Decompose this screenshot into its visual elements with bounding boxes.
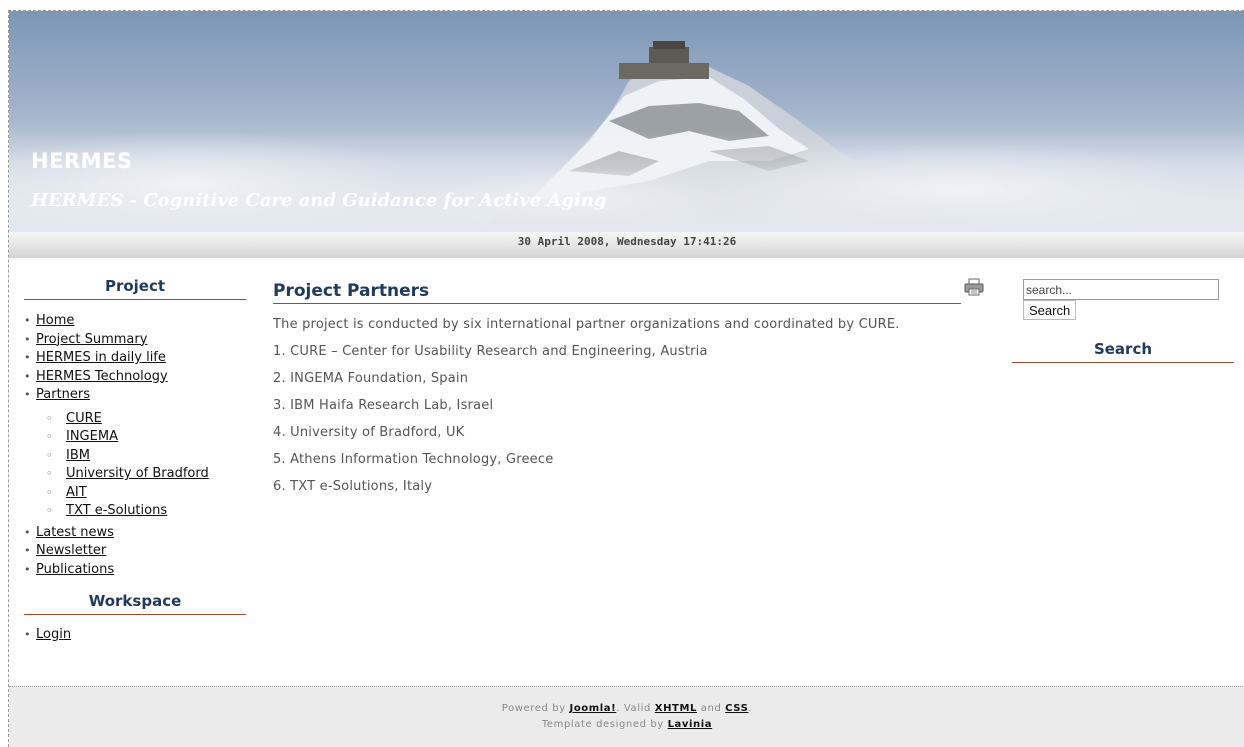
submenu-link-cure[interactable]: CURE [66, 411, 102, 426]
partners-submenu: CURE INGEMA IBM University of Bradford A… [36, 410, 246, 521]
footer-designer: Template designed by Lavinia [9, 717, 1244, 733]
menu-item-latest-news: Latest news [24, 524, 246, 543]
footer-period: . [748, 703, 753, 714]
lavinia-link[interactable]: Lavinia [668, 719, 713, 730]
partner-item: 5. Athens Information Technology, Greece [273, 452, 554, 467]
menu-link-newsletter[interactable]: Newsletter [36, 543, 106, 558]
menu-item-partners: Partners CURE INGEMA IBM University of B… [24, 386, 246, 521]
submenu-item-ait: AIT [36, 484, 246, 503]
footer-credits: Powered by Joomla!. Valid XHTML and CSS. [9, 701, 1244, 717]
footer-powered-text: Powered by [501, 703, 570, 714]
submenu-link-ait[interactable]: AIT [66, 485, 87, 500]
menu-item-project-summary: Project Summary [24, 331, 246, 350]
css-link[interactable]: CSS [725, 703, 748, 714]
submenu-item-bradford: University of Bradford [36, 465, 246, 484]
project-menu: Home Project Summary HERMES in daily lif… [24, 312, 246, 579]
joomla-link[interactable]: Joomla! [570, 703, 617, 714]
main-content: Project Partners The project is conducte… [273, 278, 995, 494]
menu-link-latest-news[interactable]: Latest news [36, 525, 114, 540]
search-module-title: Search [1012, 340, 1234, 363]
menu-item-hermes-daily-life: HERMES in daily life [24, 349, 246, 368]
partner-item: 1. CURE – Center for Usability Research … [273, 344, 708, 359]
menu-item-publications: Publications [24, 561, 246, 580]
submenu-link-txt[interactable]: TXT e-Solutions [66, 503, 167, 518]
submenu-link-ibm[interactable]: IBM [66, 448, 90, 463]
submenu-link-ingema[interactable]: INGEMA [66, 429, 118, 444]
menu-link-partners[interactable]: Partners [36, 387, 90, 402]
menu-link-login[interactable]: Login [36, 627, 71, 642]
menu-link-hermes-daily-life[interactable]: HERMES in daily life [36, 350, 166, 365]
menu-item-home: Home [24, 312, 246, 331]
menu-item-newsletter: Newsletter [24, 542, 246, 561]
date-bar: 30 April 2008, Wednesday 17:41:26 [9, 232, 1244, 258]
menu-link-publications[interactable]: Publications [36, 562, 114, 577]
header-banner: HERMES HERMES - Cognitive Care and Guida… [9, 11, 1244, 232]
page: HERMES HERMES - Cognitive Care and Guida… [8, 10, 1244, 747]
workspace-menu-title: Workspace [24, 592, 246, 615]
site-title: HERMES [31, 149, 133, 173]
partner-item: 6. TXT e-Solutions, Italy [273, 479, 433, 494]
search-button[interactable]: Search [1023, 300, 1077, 320]
footer-and-text: and [697, 703, 726, 714]
intro-text: The project is conducted by six internat… [273, 317, 900, 332]
submenu-item-cure: CURE [36, 410, 246, 429]
project-menu-title: Project [24, 277, 246, 300]
menu-item-hermes-technology: HERMES Technology [24, 368, 246, 387]
submenu-link-bradford[interactable]: University of Bradford [66, 466, 209, 481]
menu-link-hermes-technology[interactable]: HERMES Technology [36, 369, 168, 384]
workspace-menu: Login [24, 626, 246, 645]
submenu-item-ibm: IBM [36, 447, 246, 466]
footer: Powered by Joomla!. Valid XHTML and CSS.… [9, 686, 1244, 747]
submenu-item-txt: TXT e-Solutions [36, 502, 246, 521]
menu-item-login: Login [24, 626, 246, 645]
partner-item: 3. IBM Haifa Research Lab, Israel [273, 398, 494, 413]
printer-icon[interactable] [963, 277, 985, 297]
menu-link-home[interactable]: Home [36, 313, 74, 328]
submenu-item-ingema: INGEMA [36, 428, 246, 447]
footer-valid-text: . Valid [616, 703, 655, 714]
search-input[interactable] [1023, 279, 1219, 300]
left-sidebar: Project Home Project Summary HERMES in d… [24, 277, 246, 645]
menu-link-project-summary[interactable]: Project Summary [36, 332, 147, 347]
footer-designed-text: Template designed by [541, 719, 668, 730]
site-slogan: HERMES - Cognitive Care and Guidance for… [31, 190, 607, 211]
xhtml-link[interactable]: XHTML [655, 703, 697, 714]
content-title: Project Partners [273, 281, 961, 304]
partner-item: 4. University of Bradford, UK [273, 425, 465, 440]
partner-item: 2. INGEMA Foundation, Spain [273, 371, 469, 386]
